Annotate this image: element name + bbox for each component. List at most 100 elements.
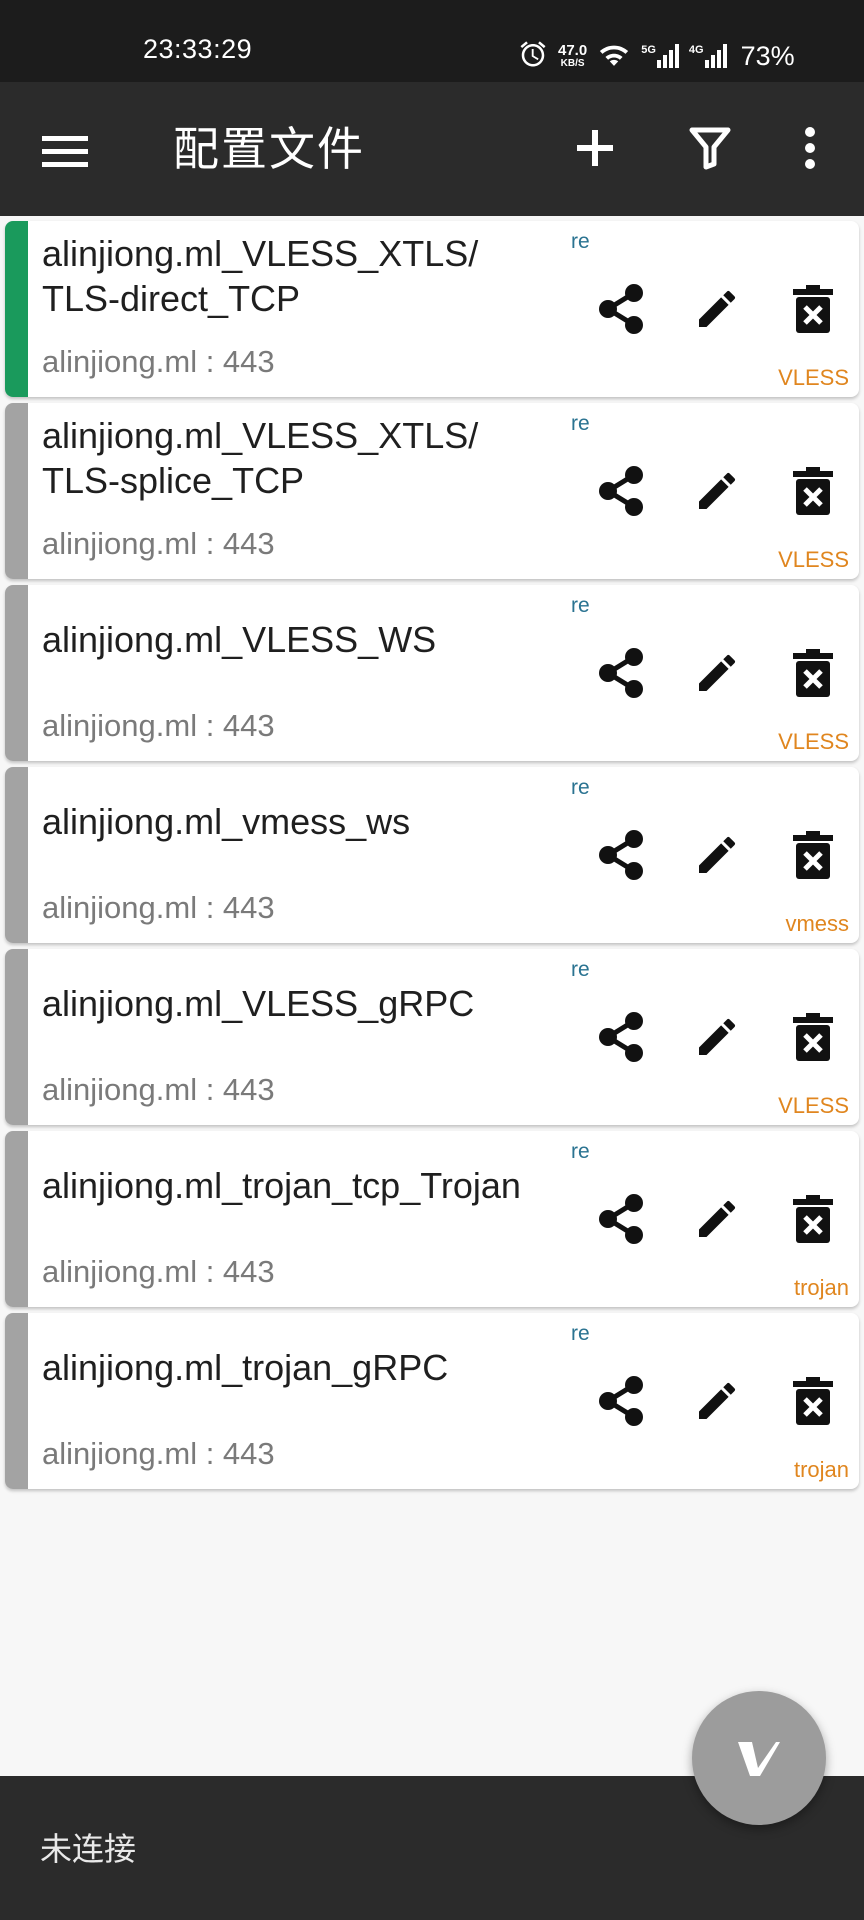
server-card[interactable]: alinjiong.ml_VLESS_WS alinjiong.ml : 443…	[5, 585, 859, 761]
delete-button[interactable]	[785, 1373, 841, 1429]
server-card[interactable]: alinjiong.ml_vmess_ws alinjiong.ml : 443…	[5, 767, 859, 943]
share-icon	[599, 648, 643, 698]
page-title: 配置文件	[173, 122, 365, 176]
subscription-tag: re	[571, 594, 590, 617]
edit-icon	[699, 1018, 736, 1055]
server-card[interactable]: alinjiong.ml_VLESS_XTLS/ TLS-direct_TCP …	[5, 221, 859, 397]
edit-button[interactable]	[689, 1373, 745, 1429]
net-speed-unit: KB/S	[560, 57, 585, 69]
menu-icon	[42, 136, 88, 167]
server-card[interactable]: alinjiong.ml_trojan_tcp_Trojan alinjiong…	[5, 1131, 859, 1307]
delete-icon	[793, 285, 833, 333]
filter-icon	[689, 127, 731, 170]
edit-button[interactable]	[689, 645, 745, 701]
server-address: alinjiong.ml : 443	[42, 890, 275, 925]
signal-5g: 5G	[641, 44, 679, 68]
protocol-type: vmess	[785, 911, 849, 936]
app-bar: 配置文件	[0, 82, 864, 216]
signal-bars-icon	[704, 44, 727, 68]
server-address: alinjiong.ml : 443	[42, 708, 275, 743]
subscription-tag: re	[571, 776, 590, 799]
server-name: alinjiong.ml_trojan_gRPC	[42, 1347, 449, 1388]
server-name-line1: alinjiong.ml_VLESS_XTLS/	[42, 415, 479, 456]
server-name: alinjiong.ml_VLESS_gRPC	[42, 983, 475, 1024]
server-card[interactable]: alinjiong.ml_VLESS_XTLS/ TLS-splice_TCP …	[5, 403, 859, 579]
unselected-indicator	[5, 403, 28, 579]
server-address: alinjiong.ml : 443	[42, 526, 275, 561]
share-button[interactable]	[593, 1009, 649, 1065]
delete-button[interactable]	[785, 463, 841, 519]
selected-indicator	[5, 221, 28, 397]
share-icon	[599, 1194, 643, 1244]
server-name: alinjiong.ml_vmess_ws	[42, 801, 411, 842]
share-button[interactable]	[593, 827, 649, 883]
protocol-type: VLESS	[778, 1093, 849, 1118]
unselected-indicator	[5, 767, 28, 943]
share-icon	[599, 466, 643, 516]
sig1-label: 5G	[641, 44, 656, 56]
unselected-indicator	[5, 585, 28, 761]
connection-status: 未连接	[40, 1830, 137, 1868]
server-name-line1: alinjiong.ml_VLESS_XTLS/	[42, 233, 479, 274]
server-address: alinjiong.ml : 443	[42, 1254, 275, 1289]
delete-button[interactable]	[785, 827, 841, 883]
delete-icon	[793, 831, 833, 879]
edit-button[interactable]	[689, 463, 745, 519]
delete-button[interactable]	[785, 1191, 841, 1247]
wifi-icon	[597, 40, 631, 73]
share-icon	[599, 1012, 643, 1062]
protocol-type: VLESS	[778, 547, 849, 572]
filter-button[interactable]	[680, 118, 740, 178]
net-speed-value: 47.0	[558, 41, 588, 59]
add-icon	[577, 130, 613, 166]
edit-icon	[699, 654, 736, 691]
edit-button[interactable]	[689, 1009, 745, 1065]
more-options-button[interactable]	[780, 118, 840, 178]
share-icon	[599, 1376, 643, 1426]
delete-button[interactable]	[785, 1009, 841, 1065]
server-card[interactable]: alinjiong.ml_trojan_gRPC alinjiong.ml : …	[5, 1313, 859, 1489]
connect-fab[interactable]	[692, 1691, 826, 1825]
share-icon	[599, 284, 643, 334]
protocol-type: trojan	[793, 1275, 849, 1300]
delete-icon	[793, 467, 833, 515]
edit-icon	[699, 1382, 736, 1419]
edit-icon	[699, 836, 736, 873]
protocol-type: VLESS	[778, 365, 849, 390]
subscription-tag: re	[571, 1322, 590, 1345]
status-bar: 23:33:29 47.0 KB/S 5G 4G 73%	[0, 0, 864, 82]
delete-button[interactable]	[785, 645, 841, 701]
menu-button[interactable]	[36, 122, 96, 182]
server-name: alinjiong.ml_trojan_tcp_Trojan	[42, 1165, 521, 1206]
protocol-type: trojan	[793, 1457, 849, 1482]
server-name-line2: TLS-splice_TCP	[42, 460, 305, 501]
edit-button[interactable]	[689, 1191, 745, 1247]
server-name-line2: TLS-direct_TCP	[42, 278, 301, 319]
edit-icon	[699, 1200, 736, 1237]
more-vert-icon	[805, 127, 815, 169]
share-button[interactable]	[593, 1191, 649, 1247]
unselected-indicator	[5, 949, 28, 1125]
server-address: alinjiong.ml : 443	[42, 1436, 275, 1471]
share-button[interactable]	[593, 463, 649, 519]
delete-icon	[793, 649, 833, 697]
edit-icon	[699, 472, 736, 509]
server-card[interactable]: alinjiong.ml_VLESS_gRPC alinjiong.ml : 4…	[5, 949, 859, 1125]
share-icon	[599, 830, 643, 880]
share-button[interactable]	[593, 1373, 649, 1429]
server-name: alinjiong.ml_VLESS_XTLS/ TLS-direct_TCP	[42, 231, 562, 321]
subscription-tag: re	[571, 1140, 590, 1163]
edit-icon	[699, 290, 736, 327]
share-button[interactable]	[593, 281, 649, 337]
share-button[interactable]	[593, 645, 649, 701]
add-config-button[interactable]	[565, 118, 625, 178]
subscription-tag: re	[571, 230, 590, 253]
unselected-indicator	[5, 1131, 28, 1307]
delete-icon	[793, 1377, 833, 1425]
edit-button[interactable]	[689, 827, 745, 883]
v-logo-icon	[738, 1742, 780, 1776]
signal-4g: 4G	[689, 44, 727, 68]
edit-button[interactable]	[689, 281, 745, 337]
protocol-type: VLESS	[778, 729, 849, 754]
delete-button[interactable]	[785, 281, 841, 337]
